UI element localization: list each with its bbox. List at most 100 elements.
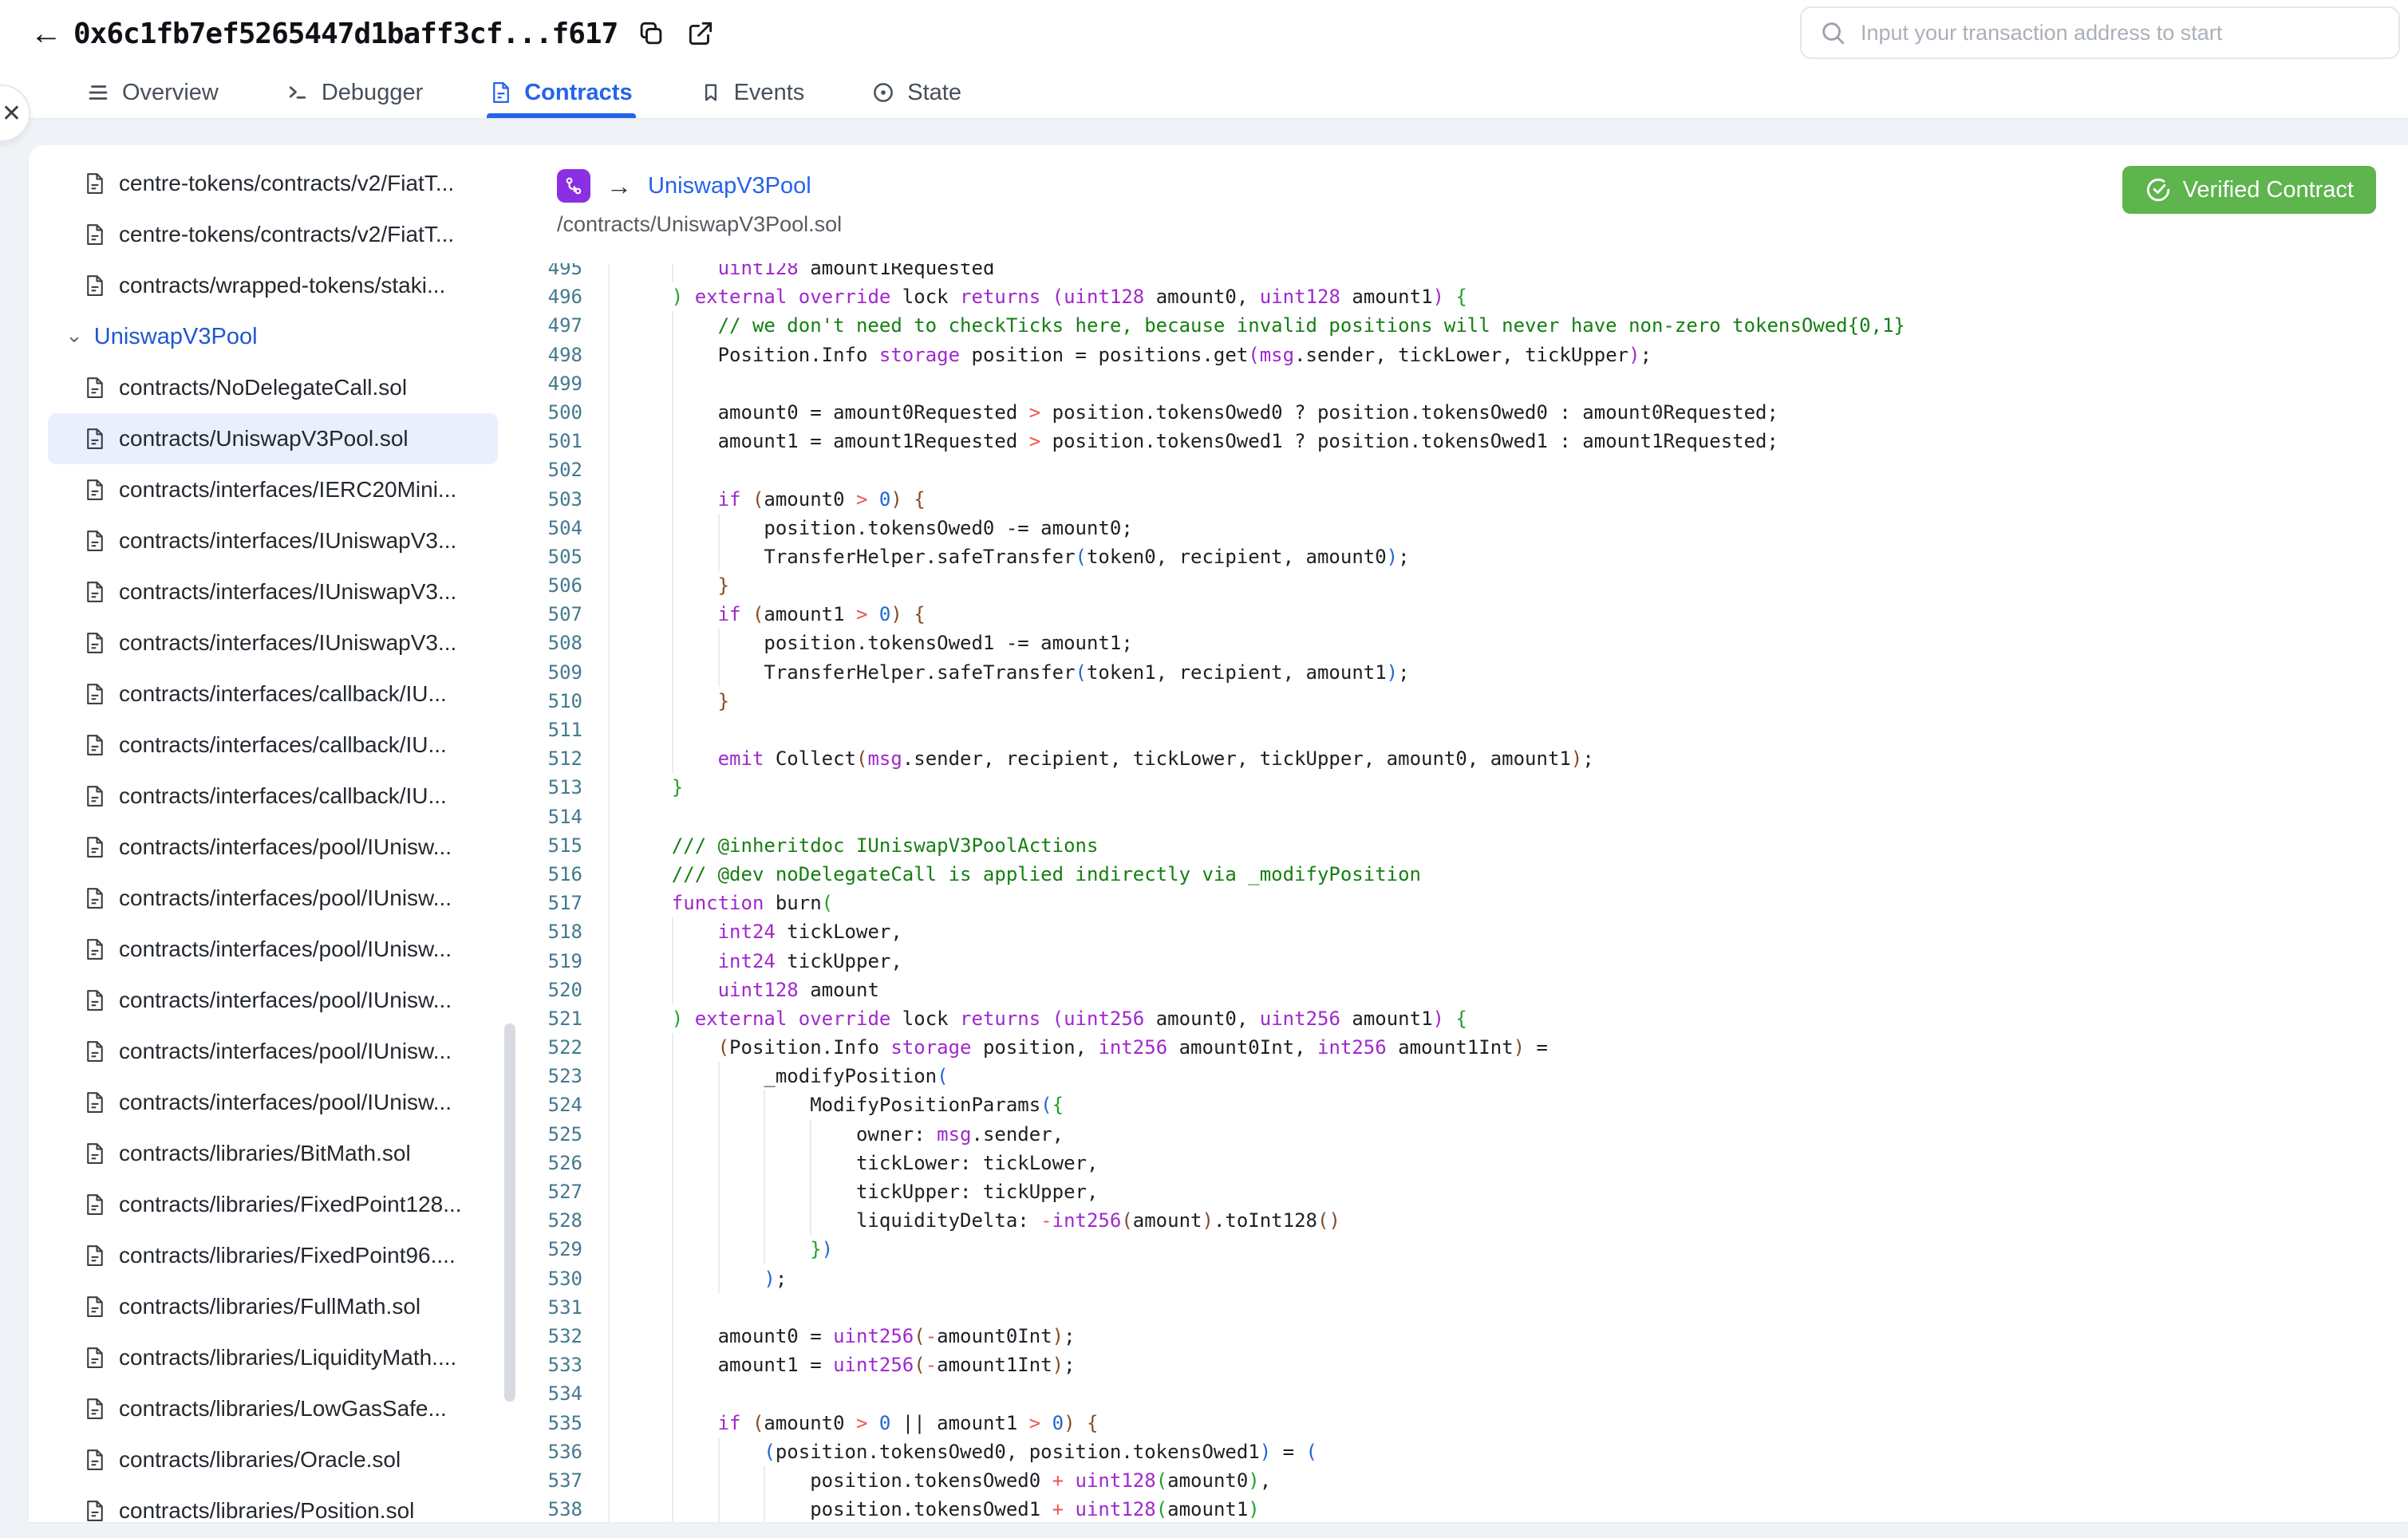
sidebar-file-item[interactable]: contracts/interfaces/pool/IUnisw... — [48, 822, 498, 873]
code-line: 509 TransferHelper.safeTransfer(token1, … — [527, 657, 2408, 687]
sidebar-item-label: contracts/interfaces/IUniswapV3... — [119, 579, 457, 604]
code-line: 508 position.tokensOwed1 -= amount1; — [527, 629, 2408, 658]
indent-guide — [764, 1177, 766, 1207]
sidebar-file-item[interactable]: contracts/interfaces/callback/IU... — [48, 771, 498, 822]
sidebar-item-label: contracts/interfaces/IERC20Mini... — [119, 477, 457, 502]
sidebar-item-label: contracts/UniswapV3Pool.sol — [119, 426, 409, 451]
code-viewer[interactable]: 495 uint128 amount1Requested 496 ) extern… — [527, 263, 2408, 1522]
sidebar-file-item[interactable]: contracts/libraries/FixedPoint128... — [48, 1179, 498, 1230]
tab-contracts[interactable]: Contracts — [487, 67, 636, 118]
code-line-text — [610, 1292, 2408, 1322]
tab-debugger[interactable]: Debugger — [286, 67, 423, 118]
line-number: 515 — [527, 830, 610, 860]
sidebar-file-item[interactable]: contracts/interfaces/pool/IUnisw... — [48, 1026, 498, 1077]
indent-guide — [810, 1148, 812, 1177]
sidebar-file-item[interactable]: contracts/NoDelegateCall.sol — [48, 362, 498, 413]
indent-guide — [671, 1148, 673, 1177]
sidebar-file-item[interactable]: contracts/UniswapV3Pool.sol — [48, 413, 498, 464]
sidebar-file-item[interactable]: centre-tokens/contracts/v2/FiatT... — [48, 209, 498, 260]
contract-name-link[interactable]: UniswapV3Pool — [648, 173, 811, 199]
sidebar-item-label: contracts/libraries/LowGasSafe... — [119, 1396, 447, 1421]
transaction-search-bar[interactable] — [1800, 6, 2400, 59]
code-line-text: }) — [610, 1235, 2408, 1264]
sidebar-file-item[interactable]: contracts/interfaces/pool/IUnisw... — [48, 1077, 498, 1128]
code-line: 531 — [527, 1292, 2408, 1322]
sidebar-file-item[interactable]: contracts/interfaces/IERC20Mini... — [48, 464, 498, 515]
code-line-text: if (amount1 > 0) { — [610, 600, 2408, 629]
sidebar-item-label: contracts/libraries/FullMath.sol — [119, 1294, 421, 1319]
sidebar-file-item[interactable]: contracts/interfaces/pool/IUnisw... — [48, 924, 498, 975]
file-icon — [85, 172, 105, 195]
sidebar-file-item[interactable]: contracts/libraries/Position.sol — [48, 1485, 498, 1522]
indent-guide — [671, 340, 673, 369]
code-line-text: ModifyPositionParams({ — [610, 1090, 2408, 1120]
file-icon — [85, 376, 105, 400]
indent-guide — [671, 1177, 673, 1207]
sidebar-file-item[interactable]: contracts/interfaces/callback/IU... — [48, 668, 498, 720]
bookmark-icon — [700, 81, 722, 105]
sidebar-file-item[interactable]: contracts/interfaces/IUniswapV3... — [48, 566, 498, 617]
line-number: 502 — [527, 455, 610, 485]
sidebar-file-item[interactable]: contracts/libraries/Oracle.sol — [48, 1434, 498, 1485]
sidebar-file-item[interactable]: contracts/interfaces/pool/IUnisw... — [48, 975, 498, 1026]
indent-guide — [671, 629, 673, 658]
code-line: 497 // we don't need to checkTicks here,… — [527, 311, 2408, 341]
indent-guide — [671, 716, 673, 745]
line-number: 498 — [527, 340, 610, 369]
sidebar-item-label: contracts/interfaces/callback/IU... — [119, 732, 447, 757]
copy-icon[interactable] — [635, 18, 667, 49]
sidebar-item-label: contracts/libraries/FixedPoint96.... — [119, 1243, 456, 1268]
code-line-text: function burn( — [671, 892, 834, 915]
sidebar-file-item[interactable]: contracts/wrapped-tokens/staki... — [48, 260, 498, 311]
sidebar-item-label: contracts/interfaces/pool/IUnisw... — [119, 1039, 452, 1063]
line-number: 535 — [527, 1408, 610, 1437]
code-line-text: tickLower: tickLower, — [610, 1148, 2408, 1177]
indent-guide — [717, 542, 720, 572]
file-icon — [490, 81, 512, 105]
verified-contract-badge[interactable]: Verified Contract — [2122, 166, 2376, 214]
tab-events[interactable]: Events — [700, 67, 804, 118]
indent-guide — [671, 1465, 673, 1496]
sidebar-file-item[interactable]: contracts/interfaces/pool/IUnisw... — [48, 873, 498, 924]
code-line-text — [610, 1379, 2408, 1409]
sidebar-file-item[interactable]: contracts/interfaces/callback/IU... — [48, 720, 498, 771]
search-input[interactable] — [1859, 19, 2381, 46]
indent-guide — [764, 1090, 766, 1120]
sidebar-file-item[interactable]: contracts/libraries/LiquidityMath.... — [48, 1332, 498, 1383]
indent-guide — [764, 1495, 766, 1522]
back-arrow-icon[interactable]: ← — [29, 16, 64, 51]
tab-label: Overview — [122, 79, 219, 105]
indent-guide — [717, 1465, 720, 1496]
code-line-text — [610, 455, 2408, 485]
sidebar-file-item[interactable]: centre-tokens/contracts/v2/FiatT... — [48, 158, 498, 209]
indent-guide — [671, 542, 673, 572]
line-number: 514 — [527, 802, 610, 831]
sidebar-file-item[interactable]: contracts/libraries/FullMath.sol — [48, 1281, 498, 1332]
sidebar-file-item[interactable]: contracts/interfaces/IUniswapV3... — [48, 515, 498, 566]
tab-state[interactable]: State — [871, 67, 961, 118]
code-line-text: ); — [610, 1264, 2408, 1293]
indent-guide — [764, 1206, 766, 1236]
code-line: 496 ) external override lock returns (ui… — [527, 282, 2408, 312]
code-line: 500 amount0 = amount0Requested > positio… — [527, 397, 2408, 428]
line-number: 506 — [527, 571, 610, 601]
tab-overview[interactable]: Overview — [86, 67, 219, 118]
sidebar-item-label: contracts/interfaces/callback/IU... — [119, 783, 447, 808]
sidebar-scrollbar[interactable] — [504, 1023, 515, 1402]
external-link-icon[interactable] — [685, 18, 716, 49]
code-line-text: (Position.Info storage position, int256 … — [610, 1033, 2408, 1063]
code-line-text: amount0 = uint256(-amount0Int); — [610, 1321, 2408, 1351]
contract-source-panel: → UniswapV3Pool /contracts/UniswapV3Pool… — [527, 145, 2408, 1522]
tab-label: State — [907, 79, 961, 105]
code-line-text: ) external override lock returns (uint25… — [671, 1007, 1467, 1030]
sidebar-group-uniswapv3pool[interactable]: ⌄ UniswapV3Pool — [48, 311, 498, 362]
code-line: 514 — [527, 802, 2408, 831]
sidebar-file-item[interactable]: contracts/libraries/BitMath.sol — [48, 1128, 498, 1179]
chevron-down-icon[interactable]: ⌄ — [65, 323, 83, 348]
indent-guide — [717, 657, 720, 687]
sidebar-file-item[interactable]: contracts/libraries/LowGasSafe... — [48, 1383, 498, 1434]
sidebar-file-item[interactable]: contracts/interfaces/IUniswapV3... — [48, 617, 498, 668]
line-number: 527 — [527, 1177, 610, 1207]
sidebar-file-item[interactable]: contracts/libraries/FixedPoint96.... — [48, 1230, 498, 1281]
